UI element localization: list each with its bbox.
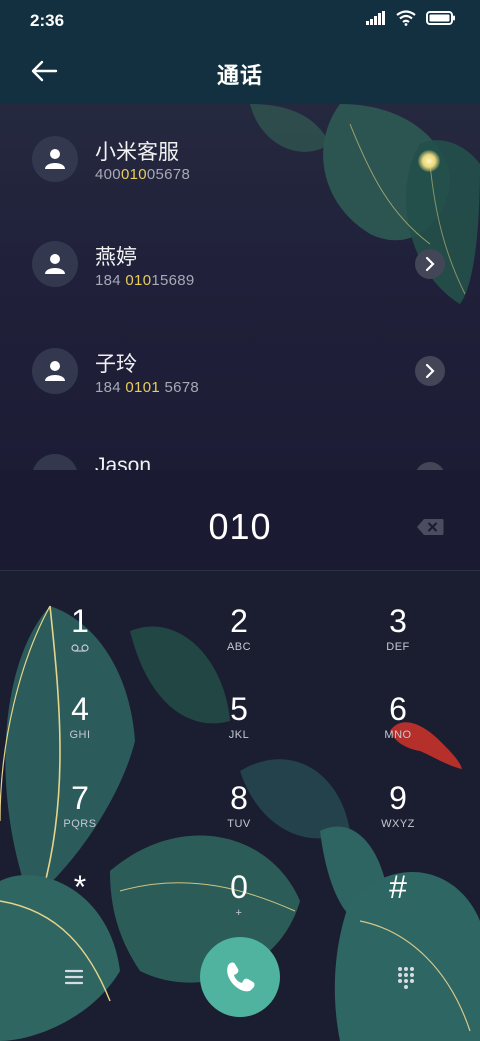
key-letters: MNO [384,729,412,741]
signal-icon [366,11,385,25]
contact-number: 40001005678 [95,166,191,183]
glow-light-decoration [418,150,440,172]
key-digit: 8 [230,780,248,816]
key-digit: 6 [389,691,407,727]
key-8[interactable]: 8 TUV [179,766,299,846]
battery-icon [426,11,455,25]
key-hash[interactable]: # [338,855,458,935]
contact-row[interactable]: 子玲 184 0101 5678 [0,324,480,414]
key-letters: DEF [386,641,410,653]
contact-row[interactable]: Jason [0,430,480,470]
key-0[interactable]: 0 + [179,855,299,935]
key-digit: 9 [389,780,407,816]
key-1[interactable]: 1 [20,589,140,669]
key-9[interactable]: 9 WXYZ [338,766,458,846]
avatar [32,348,78,394]
menu-button[interactable] [58,961,90,993]
voicemail-icon [71,644,89,652]
avatar [32,136,78,182]
key-3[interactable]: 3 DEF [338,589,458,669]
key-digit: 3 [389,603,407,639]
chevron-right-icon [425,363,435,379]
call-button[interactable] [200,937,280,1017]
status-time: 2:36 [30,11,65,30]
key-digit: 2 [230,603,248,639]
key-letters: GHI [69,729,91,741]
person-icon [45,254,65,274]
contact-detail-button[interactable] [415,356,445,386]
backspace-icon [417,519,444,535]
chevron-right-icon [425,256,435,272]
key-digit: 0 [230,869,248,905]
phone-icon [227,962,255,992]
key-letters: ABC [226,641,252,653]
key-letters: TUV [227,818,251,830]
key-4[interactable]: 4 GHI [20,677,140,757]
contact-row[interactable]: 小米客服 40001005678 [0,110,480,200]
status-bar: 2:36 [0,0,480,40]
key-letters: PQRS [63,818,97,830]
key-star[interactable]: * [20,855,140,935]
key-letters: JKL [228,729,250,741]
page-title: 通话 [216,63,263,88]
key-digit: 7 [71,780,89,816]
contact-name: 子玲 [95,353,137,376]
key-digit: 1 [71,603,89,639]
dialpad-icon [398,967,414,989]
key-digit: 4 [71,691,89,727]
key-digit: 5 [230,691,248,727]
person-icon [45,149,65,169]
key-letters: + [235,907,243,919]
backspace-button[interactable] [416,518,444,536]
key-digit: # [389,869,407,905]
wifi-icon [396,10,416,26]
contact-row[interactable]: 燕婷 184 01015689 [0,217,480,307]
dialpad-toggle-button[interactable] [390,961,422,993]
avatar [32,241,78,287]
contact-name: 小米客服 [95,141,179,164]
menu-icon [64,969,84,985]
number-display: 010 [0,470,480,570]
key-2[interactable]: 2 ABC [179,589,299,669]
person-icon [45,361,65,381]
contact-number: 184 0101 5678 [95,379,200,396]
key-6[interactable]: 6 MNO [338,677,458,757]
contact-results-list[interactable]: 小米客服 40001005678 燕婷 184 01015689 子玲 184 … [0,104,480,470]
contact-detail-button[interactable] [415,249,445,279]
contact-name: Jason [95,454,152,470]
key-7[interactable]: 7 PQRS [20,766,140,846]
key-5[interactable]: 5 JKL [179,677,299,757]
contact-name: 燕婷 [95,246,137,269]
dial-keypad: 1 2 ABC 3 DEF 4 GHI 5 JKL 6 MNO 7 PQRS 8… [0,570,480,1041]
key-letters: WXYZ [381,818,415,830]
app-header: 通话 [0,40,480,104]
dialed-number: 010 [208,506,272,547]
key-digit: * [73,869,87,905]
contact-number: 184 01015689 [95,272,195,289]
contact-detail-button[interactable] [415,462,445,470]
avatar [32,454,78,470]
